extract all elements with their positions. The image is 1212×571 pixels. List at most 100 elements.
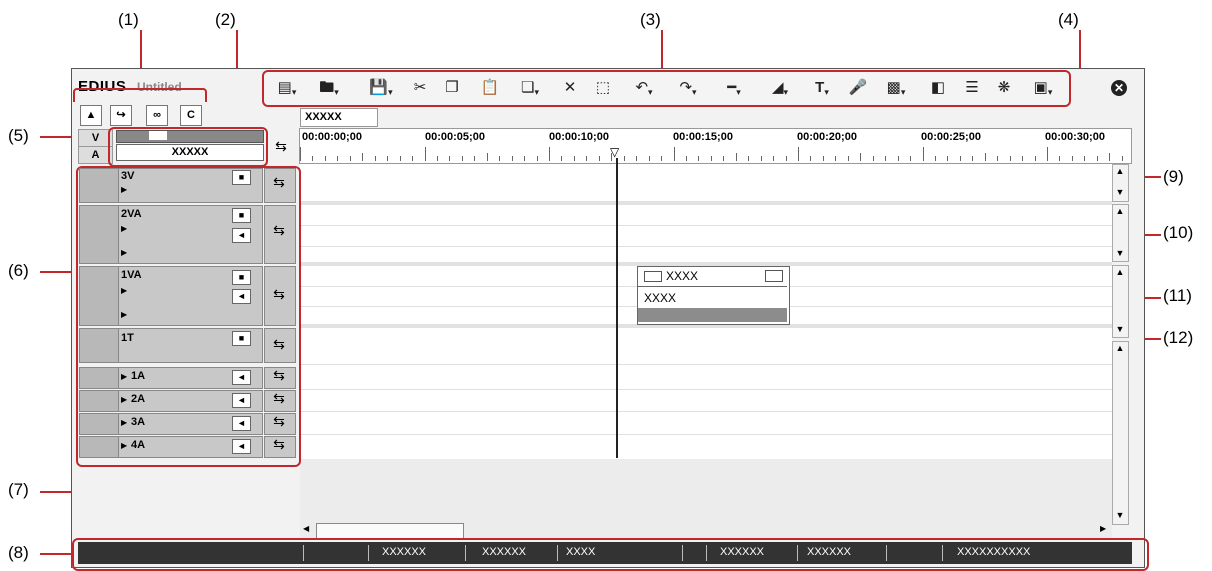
title-icon[interactable]: T▾ xyxy=(806,78,838,98)
sync-icon[interactable]: ⇆ xyxy=(264,336,294,353)
multicam-icon[interactable]: ◧ xyxy=(928,78,948,98)
speaker-icon[interactable]: ◄ xyxy=(232,370,251,385)
audio-mixer-icon[interactable]: ☰ xyxy=(962,78,982,98)
speaker-icon[interactable]: ◄ xyxy=(232,228,251,243)
track-1va-patch[interactable] xyxy=(79,266,119,326)
speaker-icon[interactable]: ◄ xyxy=(232,289,251,304)
sequence-icon[interactable]: ▤▾ xyxy=(272,78,302,98)
voice-over-icon[interactable]: 🎤 xyxy=(848,78,868,98)
timecode-20: 00:00:20;00 xyxy=(797,131,857,143)
source-name-field[interactable]: XXXXX xyxy=(116,144,264,161)
track-2va-patch[interactable] xyxy=(79,205,119,264)
video-mute-icon[interactable]: ■ xyxy=(232,208,251,223)
insert-mode-icon[interactable]: ▲ xyxy=(80,105,102,126)
callout-12: (12) xyxy=(1163,328,1194,347)
ruler-tick xyxy=(972,156,973,161)
sync-icon[interactable]: ⇆ xyxy=(266,138,296,155)
scroll-right-icon[interactable]: ▶ xyxy=(1100,524,1106,533)
scroll-down-icon[interactable]: ▼ xyxy=(1114,324,1126,335)
set-inout-icon[interactable]: ━▾ xyxy=(718,78,750,98)
timeline-cursor[interactable] xyxy=(616,158,618,458)
speaker-icon[interactable]: ◄ xyxy=(232,393,251,408)
expand-icon[interactable]: ▶ xyxy=(121,286,127,295)
ruler-tick xyxy=(549,147,550,161)
scroll-up-icon[interactable]: ▲ xyxy=(1114,166,1126,177)
expand-icon[interactable]: ▶ xyxy=(121,395,127,404)
ruler-tick xyxy=(350,156,351,161)
undo-icon[interactable]: ↶▾ xyxy=(628,78,660,98)
timecode-10: 00:00:10;00 xyxy=(549,131,609,143)
track-3v-patch[interactable] xyxy=(79,168,119,203)
expand-icon[interactable]: ▶ xyxy=(121,310,127,319)
source-slider[interactable] xyxy=(116,130,264,143)
callout-11: (11) xyxy=(1163,286,1192,305)
speaker-icon[interactable]: ◄ xyxy=(232,416,251,431)
sync-icon[interactable]: ⇆ xyxy=(264,413,294,430)
speaker-icon[interactable]: ◄ xyxy=(232,439,251,454)
timecode-15: 00:00:15;00 xyxy=(673,131,733,143)
expand-icon[interactable]: ▶ xyxy=(121,185,127,194)
scroll-down-icon[interactable]: ▼ xyxy=(1114,187,1126,198)
ruler-tick xyxy=(736,153,737,161)
overwrite-mode-icon[interactable]: ↪ xyxy=(110,105,132,126)
sync-icon[interactable]: ⇆ xyxy=(264,390,294,407)
ripple-mode-icon[interactable]: C xyxy=(180,105,202,126)
clip-color-bar xyxy=(638,308,787,322)
sync-icon[interactable]: ⇆ xyxy=(264,222,294,239)
playhead-marker-icon[interactable]: ▽ xyxy=(610,145,619,159)
track-2a-patch[interactable] xyxy=(79,390,119,412)
track-3a-patch[interactable] xyxy=(79,413,119,435)
expand-icon[interactable]: ▶ xyxy=(121,441,127,450)
track-1t-patch[interactable] xyxy=(79,328,119,363)
expand-icon[interactable]: ▶ xyxy=(121,372,127,381)
ruler-tick xyxy=(636,156,637,161)
transition-icon[interactable]: ◢▾ xyxy=(764,78,796,98)
delete-icon[interactable]: ✕ xyxy=(560,78,580,98)
effect-icon[interactable]: ❋ xyxy=(994,78,1014,98)
ruler-tick xyxy=(711,156,712,161)
sync-icon[interactable]: ⇆ xyxy=(264,174,294,191)
ruler-tick xyxy=(698,156,699,161)
ruler-tick xyxy=(325,156,326,161)
source-slider-handle[interactable] xyxy=(149,131,167,140)
scroll-left-icon[interactable]: ◀ xyxy=(303,524,309,533)
layout-icon[interactable]: ▣▾ xyxy=(1028,78,1058,98)
sync-icon[interactable]: ⇆ xyxy=(264,286,294,303)
expand-icon[interactable]: ▶ xyxy=(121,418,127,427)
status-item-2: XXXXXX xyxy=(482,546,527,558)
video-mute-icon[interactable]: ■ xyxy=(232,270,251,285)
horizontal-scroll-thumb[interactable] xyxy=(316,523,464,539)
scrollbar-track-v4[interactable] xyxy=(1112,341,1129,525)
close-icon[interactable]: ✕ xyxy=(1111,80,1127,96)
ruler-tick xyxy=(624,156,625,161)
paste-icon[interactable]: 📋 xyxy=(480,78,500,98)
scroll-down-icon[interactable]: ▼ xyxy=(1114,510,1126,521)
clip-audio-part[interactable]: XXXX xyxy=(638,287,787,307)
ruler-tick xyxy=(786,156,787,161)
expand-icon[interactable]: ▶ xyxy=(121,224,127,233)
scroll-up-icon[interactable]: ▲ xyxy=(1114,206,1126,217)
scroll-up-icon[interactable]: ▲ xyxy=(1114,343,1126,354)
paste-mode-icon[interactable]: ❏▾ xyxy=(514,78,546,98)
track-4a-patch[interactable] xyxy=(79,436,119,458)
track-1a-patch[interactable] xyxy=(79,367,119,389)
copy-icon[interactable]: ❐ xyxy=(442,78,462,98)
clip-video-part[interactable]: XXXX xyxy=(638,267,787,287)
video-mute-icon[interactable]: ■ xyxy=(232,170,251,185)
status-item-5: XXXXXX xyxy=(807,546,852,558)
video-mute-icon[interactable]: ■ xyxy=(232,331,251,346)
sync-lock-icon[interactable]: ∞ xyxy=(146,105,168,126)
sequence-tab[interactable]: XXXXX xyxy=(300,108,378,127)
save-icon[interactable]: 💾▾ xyxy=(366,78,396,98)
render-icon[interactable]: ▩▾ xyxy=(880,78,912,98)
scroll-down-icon[interactable]: ▼ xyxy=(1114,248,1126,259)
redo-icon[interactable]: ↷▾ xyxy=(672,78,704,98)
sync-icon[interactable]: ⇆ xyxy=(264,436,294,453)
scroll-up-icon[interactable]: ▲ xyxy=(1114,267,1126,278)
folder-open-icon[interactable]: 🖿▾ xyxy=(314,78,344,98)
sync-icon[interactable]: ⇆ xyxy=(264,367,294,384)
ripple-delete-icon[interactable]: ⬚ xyxy=(592,78,614,98)
cut-icon[interactable]: ✂ xyxy=(410,78,430,98)
expand-icon[interactable]: ▶ xyxy=(121,248,127,257)
ruler-tick xyxy=(873,156,874,161)
